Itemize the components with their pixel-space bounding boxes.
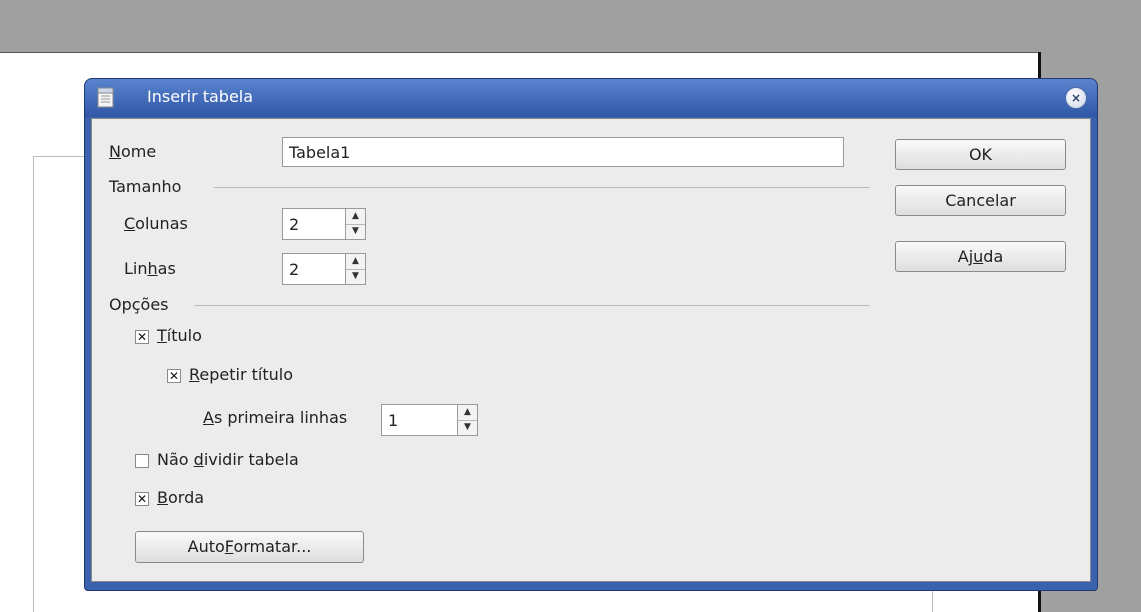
spin-up-icon[interactable]: ▲ <box>458 405 477 421</box>
repeat-heading-checkbox[interactable]: ✕ <box>167 369 181 383</box>
spin-up-icon[interactable]: ▲ <box>346 254 365 270</box>
spin-down-icon[interactable]: ▼ <box>346 269 365 284</box>
first-rows-input[interactable] <box>382 405 459 435</box>
dont-split-label: Não dividir tabela <box>157 450 299 469</box>
cancel-button[interactable]: Cancelar <box>895 185 1066 216</box>
options-separator <box>194 305 870 306</box>
rows-spinbox[interactable]: ▲ ▼ <box>282 253 366 285</box>
size-section-title: Tamanho <box>109 177 182 196</box>
close-button[interactable]: × <box>1065 87 1087 109</box>
name-label: Nome <box>109 142 157 161</box>
heading-checkbox[interactable]: ✕ <box>135 330 149 344</box>
spin-down-icon[interactable]: ▼ <box>458 420 477 435</box>
help-button[interactable]: Ajuda <box>895 241 1066 272</box>
columns-label: Colunas <box>124 214 188 233</box>
dialog-titlebar[interactable]: Inserir tabela × <box>85 79 1097 117</box>
table-name-input[interactable] <box>282 137 844 167</box>
page-top-edge <box>0 52 1040 53</box>
heading-label: Título <box>157 326 202 345</box>
size-separator <box>214 187 870 188</box>
insert-table-dialog: Inserir tabela × Nome Tamanho Colunas ▲ … <box>84 78 1098 591</box>
columns-input[interactable] <box>283 209 347 239</box>
dialog-body: Nome Tamanho Colunas ▲ ▼ Linhas ▲ ▼ Opçõ… <box>91 118 1091 582</box>
spin-down-icon[interactable]: ▼ <box>346 224 365 239</box>
check-mark-icon: ✕ <box>136 330 148 344</box>
close-icon: × <box>1070 91 1082 105</box>
options-section-title: Opções <box>109 295 169 314</box>
check-mark-icon: ✕ <box>168 369 180 383</box>
first-rows-spinbox[interactable]: ▲ ▼ <box>381 404 478 436</box>
rows-label: Linhas <box>124 259 176 278</box>
dialog-title: Inserir tabela <box>147 87 254 106</box>
text-boundary-left <box>33 156 34 612</box>
document-icon <box>97 87 114 108</box>
rows-spin-buttons: ▲ ▼ <box>345 254 365 284</box>
border-label: Borda <box>157 488 205 507</box>
workspace-background-top <box>0 0 1141 52</box>
autoformat-button[interactable]: AutoFormatar... <box>135 531 364 563</box>
repeat-heading-label: Repetir título <box>189 365 293 384</box>
rows-input[interactable] <box>283 254 347 284</box>
columns-spin-buttons: ▲ ▼ <box>345 209 365 239</box>
dont-split-checkbox[interactable] <box>135 454 149 468</box>
ok-button[interactable]: OK <box>895 139 1066 170</box>
first-rows-spin-buttons: ▲ ▼ <box>457 405 477 435</box>
spin-up-icon[interactable]: ▲ <box>346 209 365 225</box>
columns-spinbox[interactable]: ▲ ▼ <box>282 208 366 240</box>
border-checkbox[interactable]: ✕ <box>135 492 149 506</box>
check-mark-icon: ✕ <box>136 492 148 506</box>
first-rows-label: As primeira linhas <box>203 408 348 427</box>
